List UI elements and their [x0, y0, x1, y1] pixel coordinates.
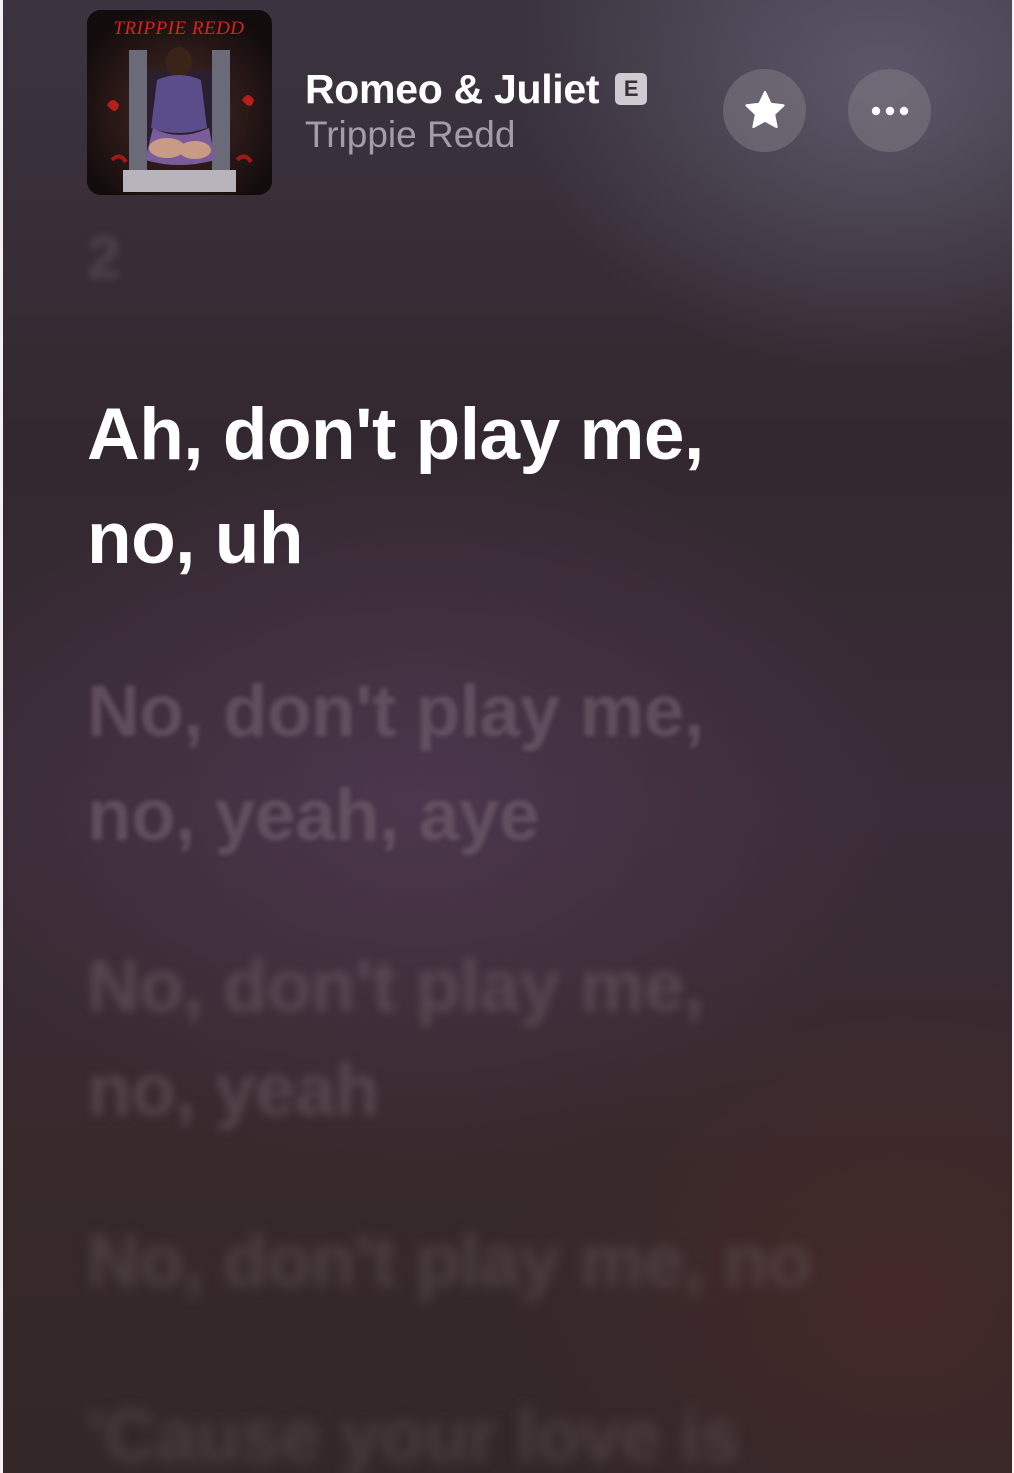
lyric-line-current[interactable]: Ah, don't play me, no, uh — [87, 383, 927, 591]
star-icon — [744, 90, 785, 128]
album-art-image: TRIPPIE REDD — [87, 10, 272, 195]
ellipsis-icon — [871, 106, 908, 115]
lyric-line-next[interactable]: 'Cause your love is — [87, 1385, 927, 1473]
lyric-line-next[interactable]: No, don't play me, no, yeah, aye — [87, 660, 927, 868]
lyrics-screen: TRIPPIE REDD Romeo & Juliet E Trippie Re… — [0, 0, 1014, 1473]
screen-edge-left — [0, 0, 3, 1473]
lyric-line-previous[interactable]: 2 — [87, 218, 927, 298]
album-art[interactable]: TRIPPIE REDD — [87, 10, 272, 195]
song-title-row[interactable]: Romeo & Juliet E — [305, 64, 648, 114]
svg-text:TRIPPIE REDD: TRIPPIE REDD — [113, 18, 244, 39]
more-options-button[interactable] — [848, 69, 931, 152]
lyric-line-next[interactable]: No, don't play me, no, yeah — [87, 935, 927, 1143]
favorite-button[interactable] — [723, 69, 806, 152]
explicit-badge: E — [615, 73, 648, 105]
artist-name[interactable]: Trippie Redd — [305, 114, 515, 156]
lyric-line-next[interactable]: No, don't play me, no — [87, 1210, 927, 1314]
song-title: Romeo & Juliet — [305, 65, 600, 112]
